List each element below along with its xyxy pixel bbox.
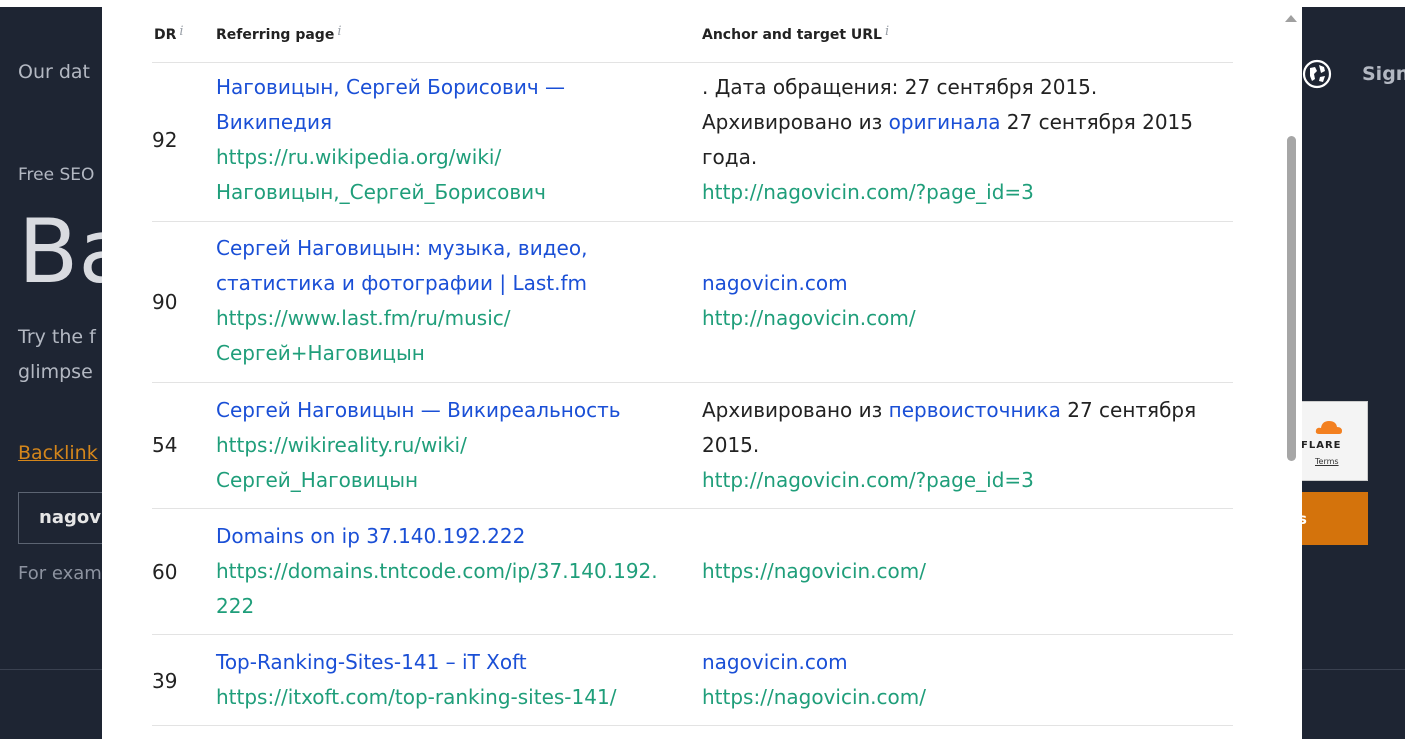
page-title-link[interactable]: Сергей Наговицын: музыка, видео, статисти… <box>216 231 686 301</box>
top-strip <box>0 0 1405 7</box>
table-row: 92 Наговицын, Сергей Борисович — Википеди… <box>152 63 1233 222</box>
target-url-link[interactable]: https://nagovicin.com/ <box>702 680 1227 715</box>
referring-cell: Domains on ip 37.140.192.222 https://dom… <box>216 519 686 624</box>
dr-value: 54 <box>152 433 178 457</box>
anchor-cell: nagovicin.com http://nagovicin.com/ <box>702 266 1227 336</box>
anchor-cell: nagovicin.com https://nagovicin.com/ <box>702 645 1227 715</box>
anchor-link[interactable]: первоисточника <box>889 398 1061 422</box>
page-url-link[interactable]: https://itxoft.com/top-ranking-sites-141… <box>216 680 686 715</box>
cloud-icon <box>1315 421 1342 434</box>
anchor-text: . Дата обращения: 27 сентября 2015. <box>702 75 1098 99</box>
sign-in-link[interactable]: Sign <box>1362 63 1405 85</box>
scroll-up-arrow-icon[interactable] <box>1285 15 1297 22</box>
backlinks-link[interactable]: Backlink <box>18 442 98 464</box>
globe-icon[interactable] <box>1302 59 1332 89</box>
anchor-cell: https://nagovicin.com/ <box>702 554 1227 589</box>
referring-cell: Сергей Наговицын — Викиреальность https:… <box>216 393 686 498</box>
info-icon[interactable]: i <box>179 24 183 39</box>
page-title-link[interactable]: Top-Ranking-Sites-141 – iT Xoft <box>216 645 686 680</box>
dr-value: 90 <box>152 290 178 314</box>
page-title-link[interactable]: Наговицын, Сергей Борисович — Википедия <box>216 70 686 140</box>
target-url-link[interactable]: http://nagovicin.com/?page_id=3 <box>702 463 1227 498</box>
description-line-2: glimpse <box>18 361 93 383</box>
dr-value: 92 <box>152 128 178 152</box>
info-icon[interactable]: i <box>337 24 341 39</box>
target-url-link[interactable]: http://nagovicin.com/?page_id=3 <box>702 175 1227 210</box>
referring-cell: Наговицын, Сергей Борисович — Википедия h… <box>216 70 686 210</box>
description-line-1: Try the f <box>18 326 96 348</box>
referring-cell: Сергей Наговицын: музыка, видео, статисти… <box>216 231 686 371</box>
cloudflare-terms-link[interactable]: Terms <box>1315 457 1339 466</box>
column-header-dr[interactable]: DR i <box>154 24 184 43</box>
page-url-link[interactable]: https://www.last.fm/ru/music/Сергей+Наго… <box>216 301 686 371</box>
referring-cell: Top-Ranking-Sites-141 – iT Xoft https://… <box>216 645 686 715</box>
column-header-anchor[interactable]: Anchor and target URL i <box>702 24 889 43</box>
info-icon[interactable]: i <box>885 24 889 39</box>
example-text: For exam <box>18 563 102 584</box>
dr-value: 60 <box>152 560 178 584</box>
page-url-link[interactable]: https://domains.tntcode.com/ip/37.140.19… <box>216 554 686 624</box>
anchor-cell: Архивировано из первоисточника 27 сентяб… <box>702 393 1227 498</box>
target-url-link[interactable]: https://nagovicin.com/ <box>702 554 1227 589</box>
table-row: 39 Top-Ranking-Sites-141 – iT Xoft https… <box>152 635 1233 726</box>
anchor-text-link[interactable]: nagovicin.com <box>702 266 1227 301</box>
table-row: 60 Domains on ip 37.140.192.222 https://… <box>152 509 1233 635</box>
eyebrow-text: Free SEO <box>18 165 95 185</box>
column-header-referring-page[interactable]: Referring page i <box>216 24 342 43</box>
table-row: 54 Сергей Наговицын — Викиреальность htt… <box>152 383 1233 509</box>
page-title-link[interactable]: Сергей Наговицын — Викиреальность <box>216 393 686 428</box>
page-title-link[interactable]: Domains on ip 37.140.192.222 <box>216 519 686 554</box>
table-header: DR i Referring page i Anchor and target UR… <box>152 7 1233 63</box>
anchor-cell: . Дата обращения: 27 сентября 2015. Архи… <box>702 70 1227 210</box>
page-url-link[interactable]: https://ru.wikipedia.org/wiki/Наговицын,… <box>216 140 686 210</box>
scrollbar-thumb[interactable] <box>1287 136 1296 461</box>
backlinks-modal: DR i Referring page i Anchor and target UR… <box>102 7 1302 739</box>
table-row: 90 Сергей Наговицын: музыка, видео, стати… <box>152 222 1233 383</box>
nav-item-our-data[interactable]: Our dat <box>18 61 90 83</box>
cloudflare-label: FLARE <box>1301 440 1342 451</box>
anchor-text-link[interactable]: nagovicin.com <box>702 645 1227 680</box>
dr-value: 39 <box>152 669 178 693</box>
target-url-link[interactable]: http://nagovicin.com/ <box>702 301 1227 336</box>
anchor-link[interactable]: оригинала <box>889 110 1001 134</box>
page-url-link[interactable]: https://wikireality.ru/wiki/Сергей_Нагов… <box>216 428 686 498</box>
